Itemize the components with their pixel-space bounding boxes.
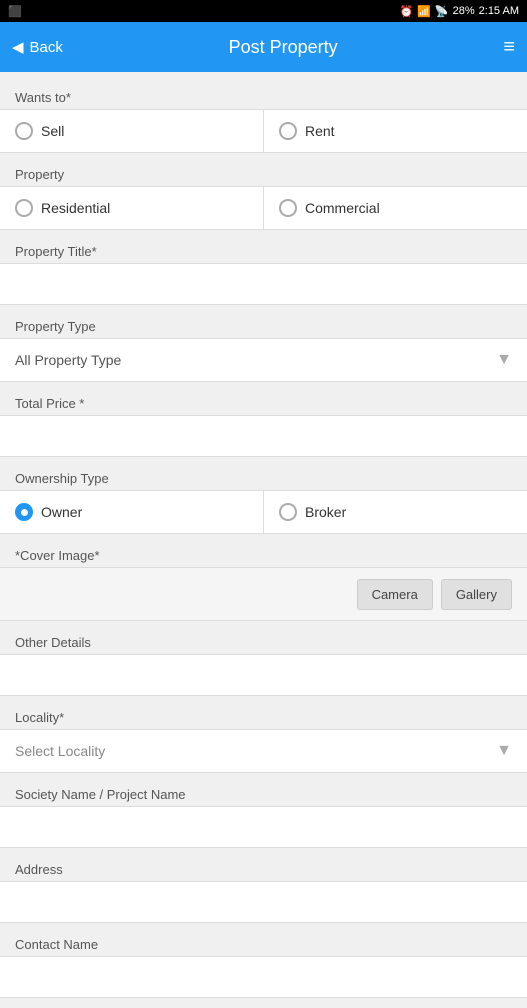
other-details-label: Other Details <box>0 627 527 654</box>
time-display: 2:15 AM <box>479 5 519 17</box>
property-type-value: All Property Type <box>15 352 121 368</box>
wants-to-group: Sell Rent <box>0 109 527 153</box>
contact-name-input[interactable] <box>15 957 512 997</box>
property-group: Residential Commercial <box>0 186 527 230</box>
back-arrow-icon: ◀ <box>12 38 24 56</box>
property-commercial[interactable]: Commercial <box>264 187 527 229</box>
total-price-input[interactable] <box>15 416 512 456</box>
other-details-wrapper <box>0 654 527 696</box>
form-content: Wants to* Sell Rent Property Residential… <box>0 72 527 1008</box>
property-residential[interactable]: Residential <box>0 187 264 229</box>
battery-text: 28% <box>453 5 475 17</box>
property-title-input[interactable] <box>15 264 512 304</box>
owner-radio[interactable] <box>15 503 33 521</box>
signal-icon: 📡 <box>435 5 449 18</box>
wants-to-sell[interactable]: Sell <box>0 110 264 152</box>
ownership-broker[interactable]: Broker <box>264 491 527 533</box>
property-type-dropdown[interactable]: All Property Type ▼ <box>0 338 527 382</box>
sell-label: Sell <box>41 123 64 139</box>
society-name-wrapper <box>0 806 527 848</box>
owner-label: Owner <box>41 504 82 520</box>
society-name-label: Society Name / Project Name <box>0 779 527 806</box>
locality-dropdown[interactable]: Select Locality ▼ <box>0 729 527 773</box>
ownership-type-group: Owner Broker <box>0 490 527 534</box>
wants-to-label: Wants to* <box>0 82 527 109</box>
property-label: Property <box>0 159 527 186</box>
top-nav: ◀ Back Post Property ≡ <box>0 22 527 72</box>
contact-name-wrapper <box>0 956 527 998</box>
locality-label: Locality* <box>0 702 527 729</box>
total-price-label: Total Price * <box>0 388 527 415</box>
screenshot-icon: ⬛ <box>8 5 22 18</box>
rent-label: Rent <box>305 123 335 139</box>
property-title-label: Property Title* <box>0 236 527 263</box>
residential-label: Residential <box>41 200 110 216</box>
property-title-wrapper <box>0 263 527 305</box>
address-label: Address <box>0 854 527 881</box>
alarm-icon: ⏰ <box>400 5 414 18</box>
rent-radio[interactable] <box>279 122 297 140</box>
cover-image-wrapper: Camera Gallery <box>0 567 527 621</box>
residential-radio[interactable] <box>15 199 33 217</box>
locality-arrow-icon: ▼ <box>496 742 512 760</box>
total-price-wrapper <box>0 415 527 457</box>
ownership-type-label: Ownership Type <box>0 463 527 490</box>
status-bar: ⬛ ⏰ 📶 📡 28% 2:15 AM <box>0 0 527 22</box>
back-label: Back <box>30 39 63 56</box>
property-type-arrow-icon: ▼ <box>496 351 512 369</box>
gallery-button[interactable]: Gallery <box>441 579 512 610</box>
contact-name-label: Contact Name <box>0 929 527 956</box>
broker-label: Broker <box>305 504 346 520</box>
commercial-label: Commercial <box>305 200 380 216</box>
locality-value: Select Locality <box>15 743 105 759</box>
wants-to-rent[interactable]: Rent <box>264 110 527 152</box>
status-bar-right: ⏰ 📶 📡 28% 2:15 AM <box>400 5 520 18</box>
status-bar-left: ⬛ <box>8 5 22 18</box>
society-name-input[interactable] <box>15 807 512 847</box>
sell-radio[interactable] <box>15 122 33 140</box>
back-button[interactable]: ◀ Back <box>12 38 63 56</box>
broker-radio[interactable] <box>279 503 297 521</box>
wifi-icon: 📶 <box>417 5 431 18</box>
property-type-label: Property Type <box>0 311 527 338</box>
commercial-radio[interactable] <box>279 199 297 217</box>
address-wrapper <box>0 881 527 923</box>
menu-button[interactable]: ≡ <box>503 36 515 59</box>
page-title: Post Property <box>229 37 338 58</box>
cover-image-label: *Cover Image* <box>0 540 527 567</box>
other-details-input[interactable] <box>15 655 512 695</box>
address-input[interactable] <box>15 882 512 922</box>
camera-button[interactable]: Camera <box>357 579 433 610</box>
ownership-owner[interactable]: Owner <box>0 491 264 533</box>
